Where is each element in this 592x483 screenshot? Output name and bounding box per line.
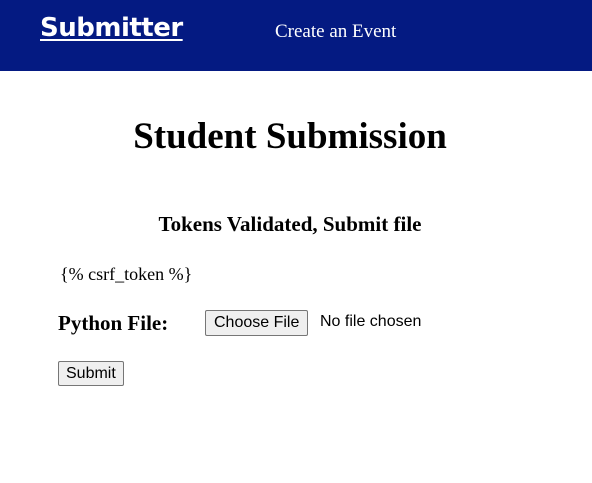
brand-logo-link[interactable]: Submitter: [40, 13, 183, 43]
status-subtitle: Tokens Validated, Submit file: [158, 212, 422, 236]
python-file-label: Python File:: [58, 311, 169, 335]
submit-button[interactable]: Submit: [58, 361, 124, 386]
page-title: Student Submission: [133, 116, 447, 157]
csrf-token-text: {% csrf_token %}: [60, 264, 193, 284]
create-event-link[interactable]: Create an Event: [275, 21, 396, 43]
file-status-text: No file chosen: [320, 313, 422, 330]
choose-file-button[interactable]: Choose File: [205, 310, 309, 336]
navbar: Submitter Create an Event: [0, 0, 592, 71]
